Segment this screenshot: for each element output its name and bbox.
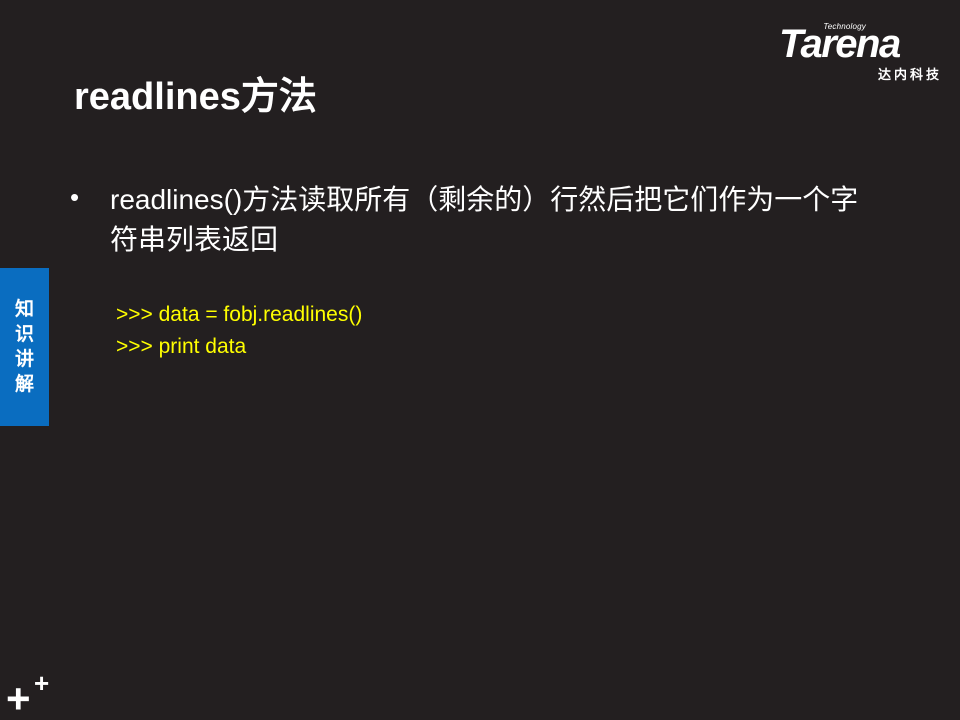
bullet-text: readlines()方法读取所有（剩余的）行然后把它们作为一个字符串列表返回: [110, 184, 859, 255]
plus-plus-icon: + +: [6, 668, 50, 720]
slide: Technology Tarena 达内科技 readlines方法 • rea…: [0, 0, 960, 720]
tarena-logo: Technology Tarena 达内科技: [779, 22, 944, 84]
bullet-marker: •: [70, 182, 80, 212]
logo-chinese-text: 达内科技: [877, 67, 942, 82]
bullet-list: • readlines()方法读取所有（剩余的）行然后把它们作为一个字符串列表返…: [70, 180, 870, 260]
code-example: >>> data = fobj.readlines() >>> print da…: [116, 299, 362, 363]
slide-title: readlines方法: [74, 76, 317, 118]
code-line: >>> print data: [116, 335, 247, 358]
logo-wordmark: Tarena: [779, 22, 901, 66]
code-line: >>> data = fobj.readlines(): [116, 303, 363, 326]
side-tab-label: 知识讲解: [14, 299, 34, 395]
side-tab: 知识讲解: [0, 268, 49, 426]
